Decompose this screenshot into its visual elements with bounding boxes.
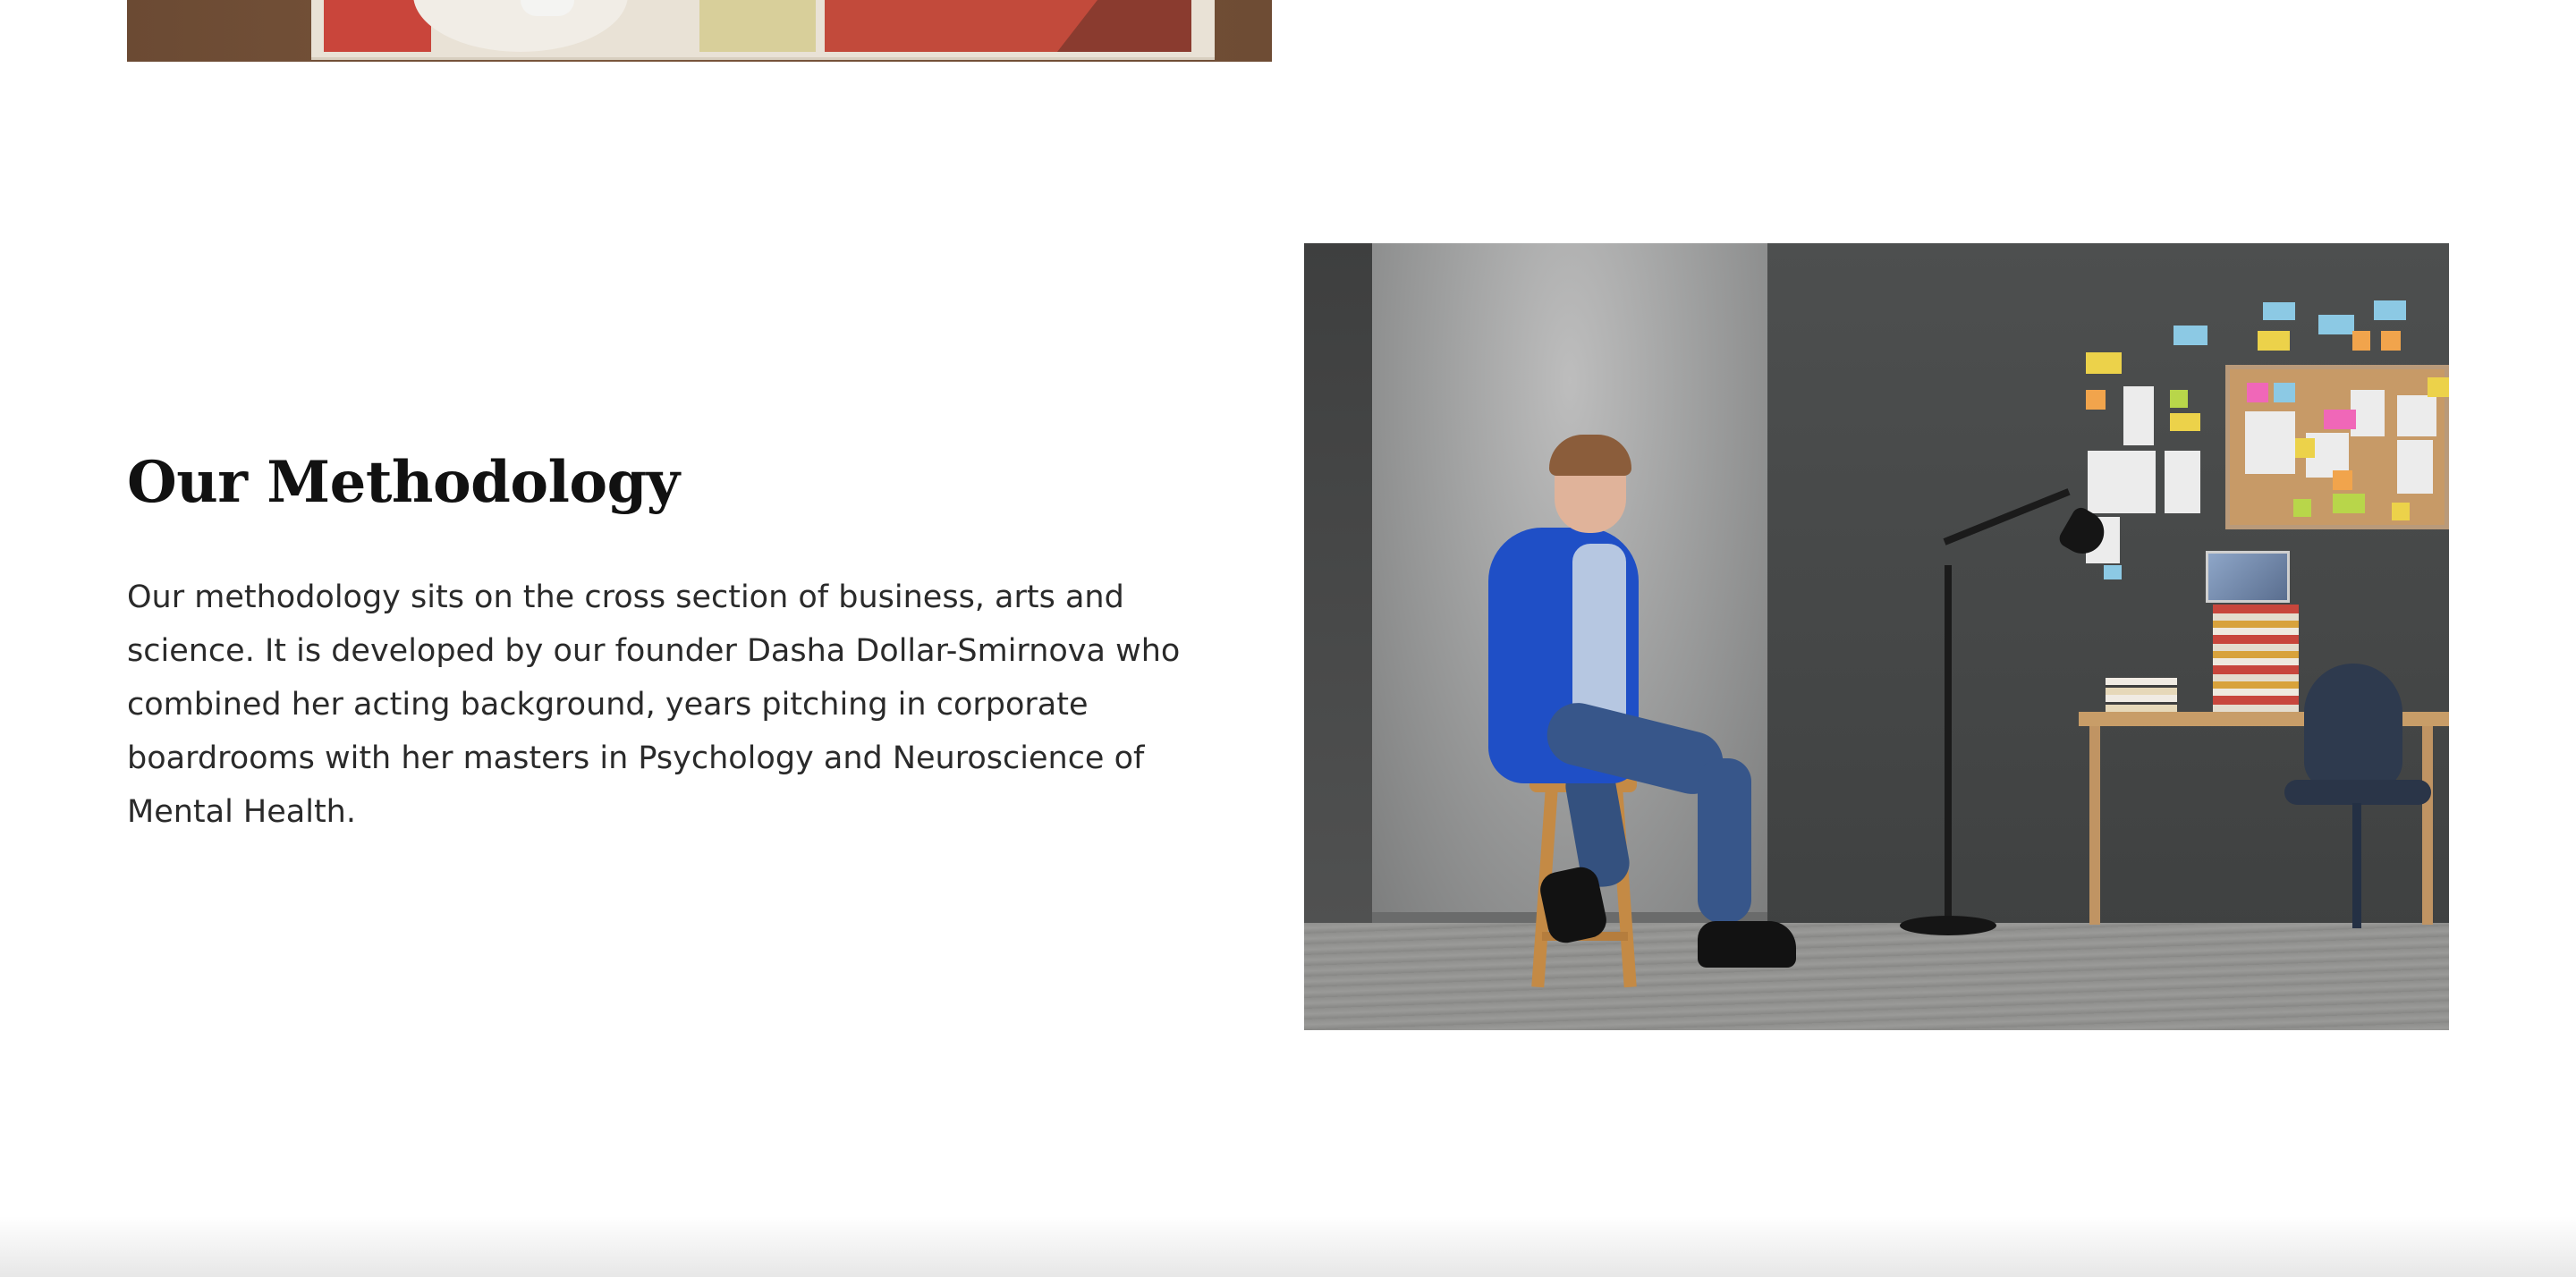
sticky-note: [2374, 300, 2406, 320]
description-line: Mental Health.: [127, 794, 356, 830]
sticky-note: [2295, 438, 2315, 458]
description-line: combined her acting background, years pi…: [127, 687, 1089, 723]
section-heading: Our Methodology: [127, 449, 680, 516]
office-chair-seat: [2284, 780, 2431, 805]
sticky-note: [2258, 331, 2290, 351]
person-leg: [1698, 758, 1751, 923]
wall: [1767, 243, 2449, 932]
desk-leg: [2089, 726, 2100, 925]
sticky-note: [2392, 503, 2410, 520]
paper-sheet: [2245, 411, 2295, 474]
methodology-section: Our Methodology Our methodology sits on …: [0, 0, 2576, 1277]
sticky-note: [2324, 410, 2356, 429]
sticky-note: [2333, 494, 2365, 513]
office-chair: [2304, 664, 2402, 789]
description-line: science. It is developed by our founder …: [127, 633, 1181, 669]
laptop: [2206, 551, 2290, 603]
desk-leg: [2422, 726, 2433, 925]
paper-sheet: [2165, 451, 2200, 513]
sticky-note: [2086, 390, 2106, 410]
methodology-photo: [1304, 243, 2449, 1030]
office-chair-stem: [2352, 803, 2361, 928]
sticky-note: [2170, 413, 2200, 431]
sticky-note: [2333, 470, 2352, 490]
sticky-note: [2381, 331, 2401, 351]
sticky-note: [2293, 499, 2311, 517]
sticky-note: [2263, 302, 2295, 320]
sticky-note: [2318, 315, 2354, 334]
description-line: Our methodology sits on the cross sectio…: [127, 579, 1124, 615]
paper-sheet: [2123, 386, 2154, 445]
book-stack: [2213, 605, 2299, 712]
sticky-note: [2170, 390, 2188, 408]
sticky-note: [2247, 383, 2268, 402]
floor: [1304, 923, 2449, 1030]
paper-sheet: [2088, 451, 2156, 513]
book-stack: [2106, 678, 2177, 712]
lamp-base: [1900, 916, 1996, 935]
description-line: boardrooms with her masters in Psycholog…: [127, 740, 1145, 776]
sticky-note: [2352, 331, 2370, 351]
lamp-pole: [1945, 565, 1952, 923]
sticky-note: [2174, 326, 2207, 345]
sticky-note: [2428, 377, 2449, 397]
sticky-note: [2086, 352, 2122, 374]
paper-sheet: [2397, 440, 2433, 494]
sticky-note: [2104, 565, 2122, 579]
person-boot: [1698, 921, 1796, 968]
bottom-shadow: [0, 1216, 2576, 1277]
paper-sheet: [2397, 395, 2436, 436]
methodology-description: Our methodology sits on the cross sectio…: [127, 571, 1200, 839]
wall: [1304, 243, 1372, 923]
sticky-note: [2274, 383, 2295, 402]
